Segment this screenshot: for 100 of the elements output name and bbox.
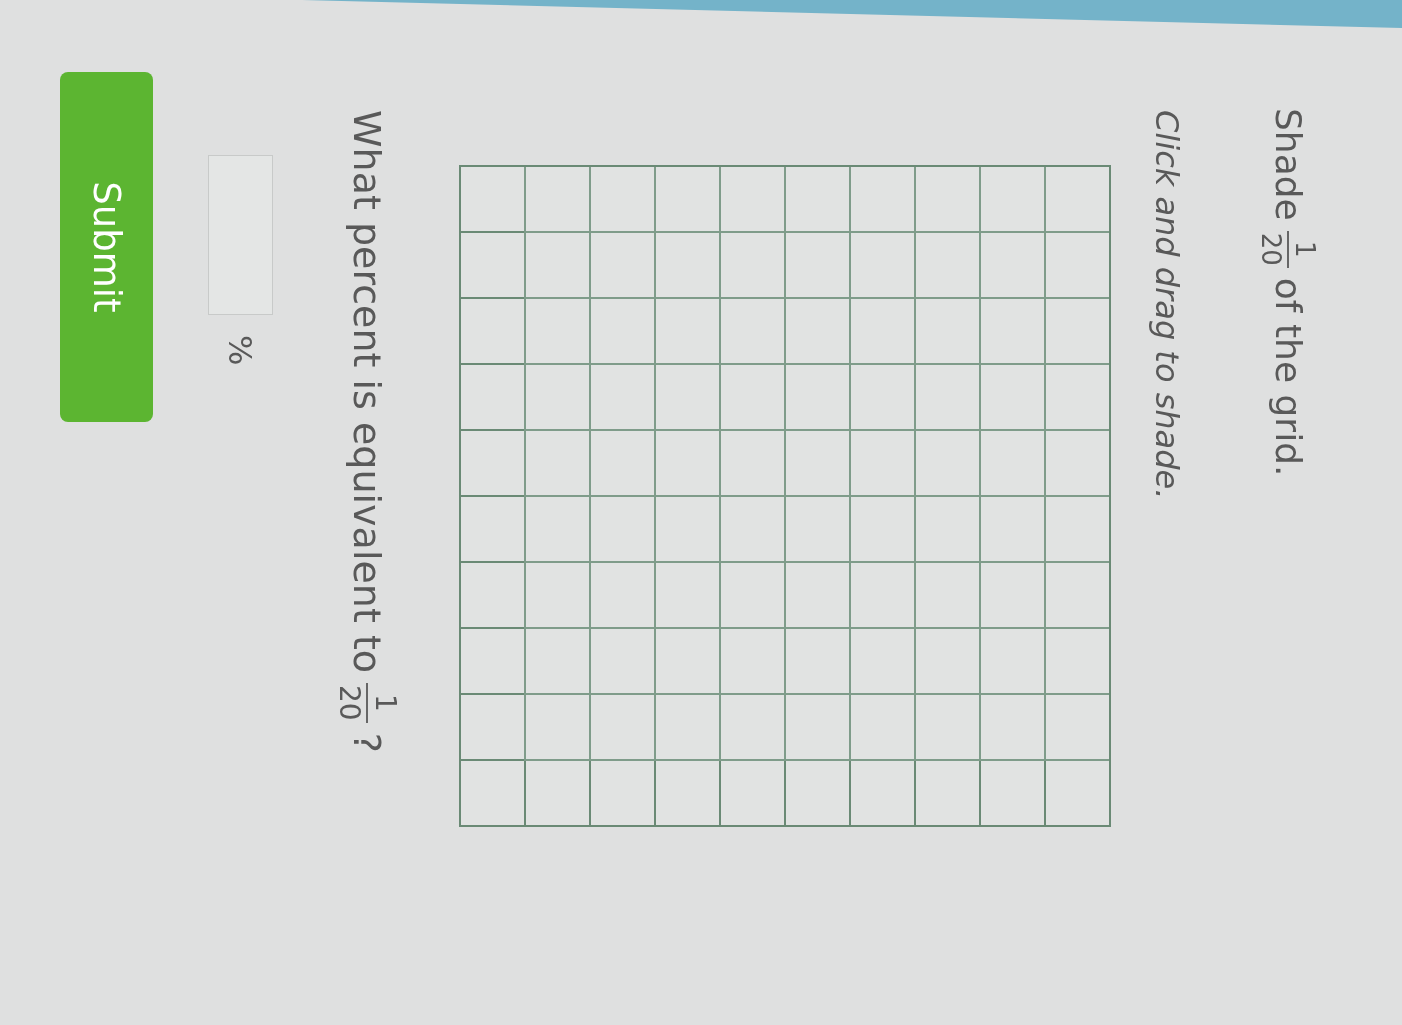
grid-cell[interactable] bbox=[718, 761, 784, 827]
grid-cell[interactable] bbox=[978, 629, 1044, 695]
grid-cell[interactable] bbox=[653, 695, 719, 761]
grid-cell[interactable] bbox=[848, 563, 914, 629]
grid-cell[interactable] bbox=[588, 629, 654, 695]
grid-cell[interactable] bbox=[913, 233, 979, 299]
grid-cell[interactable] bbox=[848, 431, 914, 497]
grid-cell[interactable] bbox=[523, 365, 589, 431]
grid-cell[interactable] bbox=[978, 167, 1044, 233]
grid-cell[interactable] bbox=[1043, 431, 1109, 497]
grid-cell[interactable] bbox=[783, 695, 849, 761]
grid-cell[interactable] bbox=[588, 497, 654, 563]
grid-cell[interactable] bbox=[913, 563, 979, 629]
grid-cell[interactable] bbox=[588, 233, 654, 299]
grid-cell[interactable] bbox=[978, 695, 1044, 761]
grid-cell[interactable] bbox=[523, 695, 589, 761]
grid-cell[interactable] bbox=[588, 695, 654, 761]
grid-cell[interactable] bbox=[718, 233, 784, 299]
grid-cell[interactable] bbox=[458, 497, 524, 563]
grid-cell[interactable] bbox=[653, 431, 719, 497]
grid-cell[interactable] bbox=[913, 695, 979, 761]
grid-cell[interactable] bbox=[1043, 167, 1109, 233]
grid-cell[interactable] bbox=[1043, 497, 1109, 563]
grid-cell[interactable] bbox=[718, 299, 784, 365]
grid-cell[interactable] bbox=[913, 497, 979, 563]
grid-cell[interactable] bbox=[848, 299, 914, 365]
grid-cell[interactable] bbox=[783, 167, 849, 233]
grid-cell[interactable] bbox=[718, 167, 784, 233]
grid-cell[interactable] bbox=[458, 563, 524, 629]
grid-cell[interactable] bbox=[718, 431, 784, 497]
grid-cell[interactable] bbox=[1043, 761, 1109, 827]
answer-input[interactable] bbox=[207, 155, 273, 315]
grid-cell[interactable] bbox=[848, 497, 914, 563]
grid-cell[interactable] bbox=[978, 431, 1044, 497]
grid-cell[interactable] bbox=[848, 233, 914, 299]
grid-cell[interactable] bbox=[1043, 365, 1109, 431]
grid-cell[interactable] bbox=[848, 365, 914, 431]
grid-cell[interactable] bbox=[783, 563, 849, 629]
grid-cell[interactable] bbox=[653, 563, 719, 629]
grid-cell[interactable] bbox=[588, 167, 654, 233]
grid-cell[interactable] bbox=[978, 497, 1044, 563]
grid-cell[interactable] bbox=[848, 761, 914, 827]
grid-cell[interactable] bbox=[978, 299, 1044, 365]
grid-cell[interactable] bbox=[458, 629, 524, 695]
grid-cell[interactable] bbox=[523, 761, 589, 827]
grid-cell[interactable] bbox=[588, 431, 654, 497]
grid-cell[interactable] bbox=[718, 695, 784, 761]
grid-cell[interactable] bbox=[1043, 695, 1109, 761]
grid-cell[interactable] bbox=[458, 431, 524, 497]
grid-cell[interactable] bbox=[588, 299, 654, 365]
grid-cell[interactable] bbox=[913, 431, 979, 497]
grid-cell[interactable] bbox=[523, 563, 589, 629]
grid-cell[interactable] bbox=[458, 695, 524, 761]
grid-cell[interactable] bbox=[913, 167, 979, 233]
grid-cell[interactable] bbox=[783, 233, 849, 299]
grid-cell[interactable] bbox=[978, 761, 1044, 827]
grid-cell[interactable] bbox=[458, 167, 524, 233]
grid-cell[interactable] bbox=[848, 629, 914, 695]
grid-cell[interactable] bbox=[783, 299, 849, 365]
grid-cell[interactable] bbox=[458, 365, 524, 431]
grid-cell[interactable] bbox=[1043, 299, 1109, 365]
grid-cell[interactable] bbox=[653, 761, 719, 827]
grid-cell[interactable] bbox=[718, 563, 784, 629]
grid-cell[interactable] bbox=[978, 563, 1044, 629]
grid-cell[interactable] bbox=[783, 497, 849, 563]
grid-cell[interactable] bbox=[1043, 563, 1109, 629]
grid-cell[interactable] bbox=[653, 629, 719, 695]
grid-cell[interactable] bbox=[523, 167, 589, 233]
grid-cell[interactable] bbox=[458, 299, 524, 365]
grid-cell[interactable] bbox=[913, 299, 979, 365]
grid-cell[interactable] bbox=[913, 761, 979, 827]
grid-cell[interactable] bbox=[458, 761, 524, 827]
grid-cell[interactable] bbox=[783, 431, 849, 497]
grid-cell[interactable] bbox=[783, 761, 849, 827]
grid-cell[interactable] bbox=[913, 365, 979, 431]
grid-cell[interactable] bbox=[848, 167, 914, 233]
grid-cell[interactable] bbox=[523, 299, 589, 365]
grid-cell[interactable] bbox=[718, 365, 784, 431]
grid-cell[interactable] bbox=[848, 695, 914, 761]
grid-cell[interactable] bbox=[523, 431, 589, 497]
grid-cell[interactable] bbox=[653, 233, 719, 299]
grid-cell[interactable] bbox=[458, 233, 524, 299]
grid-cell[interactable] bbox=[588, 365, 654, 431]
grid-cell[interactable] bbox=[978, 365, 1044, 431]
grid-cell[interactable] bbox=[523, 497, 589, 563]
grid-cell[interactable] bbox=[1043, 629, 1109, 695]
grid-cell[interactable] bbox=[718, 497, 784, 563]
grid-cell[interactable] bbox=[588, 761, 654, 827]
grid-cell[interactable] bbox=[653, 497, 719, 563]
grid-cell[interactable] bbox=[913, 629, 979, 695]
grid-cell[interactable] bbox=[1043, 233, 1109, 299]
grid-cell[interactable] bbox=[523, 629, 589, 695]
grid-cell[interactable] bbox=[718, 629, 784, 695]
grid-cell[interactable] bbox=[783, 365, 849, 431]
grid-cell[interactable] bbox=[653, 167, 719, 233]
grid-cell[interactable] bbox=[588, 563, 654, 629]
grid-cell[interactable] bbox=[653, 299, 719, 365]
grid-cell[interactable] bbox=[653, 365, 719, 431]
submit-button[interactable]: Submit bbox=[59, 72, 153, 422]
grid-cell[interactable] bbox=[978, 233, 1044, 299]
